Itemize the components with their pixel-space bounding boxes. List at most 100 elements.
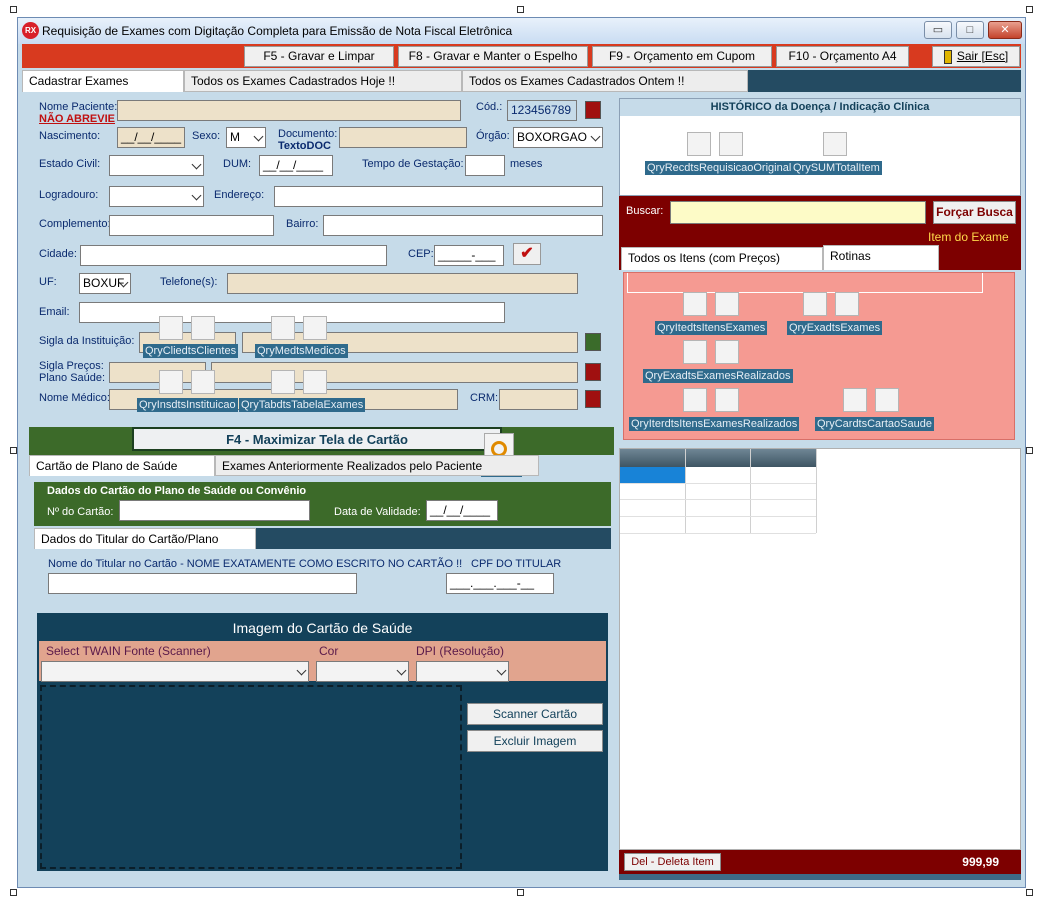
items-grid[interactable]	[619, 448, 1021, 850]
sair-button[interactable]: Sair [Esc]	[932, 46, 1020, 67]
ado-dataset-icon[interactable]	[843, 388, 867, 412]
cor-select[interactable]	[316, 661, 409, 682]
tab-todos-itens[interactable]: Todos os Itens (com Preços)	[621, 247, 823, 270]
ado-dataset-icon[interactable]	[683, 292, 707, 316]
buscar-input[interactable]	[670, 201, 926, 224]
cep-input[interactable]: _____-___	[434, 245, 504, 266]
qry-medicos-label: QryMedtsMedicos	[255, 344, 348, 358]
grid-row-line	[620, 483, 816, 484]
maximize-button[interactable]: □	[956, 21, 984, 39]
telefone-input[interactable]	[227, 273, 578, 294]
validade-input[interactable]: __/__/____	[426, 500, 498, 521]
datasource-icon[interactable]	[303, 370, 327, 394]
gravar-manter-button[interactable]: F8 - Gravar e Manter o Espelho	[398, 46, 588, 67]
title-bar[interactable]: RX Requisição de Exames com Digitação Co…	[18, 18, 1025, 44]
grid-selected-cell[interactable]	[620, 467, 685, 483]
bairro-input[interactable]	[323, 215, 603, 236]
nome-paciente-input[interactable]	[117, 100, 461, 121]
crm-input[interactable]	[499, 389, 578, 410]
resize-handle-mr[interactable]	[1026, 447, 1033, 454]
card-tab-bar: Cartão de Plano de Saúde Exames Anterior…	[29, 455, 614, 476]
maximizar-cartao-button[interactable]: F4 - Maximizar Tela de Cartão	[132, 427, 502, 451]
cpf-titular-input[interactable]: ___.___.___-__	[446, 573, 554, 594]
resize-handle-br[interactable]	[1026, 889, 1033, 896]
endereco-input[interactable]	[274, 186, 603, 207]
resize-handle-tr[interactable]	[1026, 6, 1033, 13]
documento-input[interactable]	[339, 127, 467, 148]
nascimento-input[interactable]: __/__/____	[117, 127, 185, 148]
plano-status-indicator[interactable]	[585, 363, 601, 381]
nao-abrevie-label: NÃO ABREVIE	[39, 113, 115, 125]
datasource-icon[interactable]	[191, 370, 215, 394]
datasource-icon[interactable]	[715, 388, 739, 412]
qry-itens-exames-label: QryItedtsItensExames	[655, 321, 768, 335]
logradouro-select[interactable]	[109, 186, 204, 207]
historico-scrollbar[interactable]	[1003, 117, 1019, 195]
instituicao-status-indicator[interactable]	[585, 333, 601, 351]
resize-handle-ml[interactable]	[10, 447, 17, 454]
tab-exames-hoje[interactable]: Todos os Exames Cadastrados Hoje !!	[184, 70, 462, 92]
gravar-limpar-button[interactable]: F5 - Gravar e Limpar	[244, 46, 394, 67]
excluir-imagem-button[interactable]: Excluir Imagem	[467, 730, 603, 752]
orcamento-cupom-button[interactable]: F9 - Orçamento em Cupom	[592, 46, 772, 67]
tab-exames-ontem[interactable]: Todos os Exames Cadastrados Ontem !!	[462, 70, 748, 92]
tempo-gestacao-input[interactable]	[465, 155, 505, 176]
cidade-input[interactable]	[80, 245, 387, 266]
grid-header-divider	[750, 449, 751, 533]
datasource-icon[interactable]	[719, 132, 743, 156]
scanner-cartao-button[interactable]: Scanner Cartão	[467, 703, 603, 725]
tab-cadastrar-exames[interactable]: Cadastrar Exames	[22, 70, 184, 92]
resize-handle-bc[interactable]	[517, 889, 524, 896]
endereco-label: Endereço:	[214, 189, 265, 201]
busca-panel: Buscar: Forçar Busca Item do Exame Todos…	[619, 196, 1021, 270]
dum-input[interactable]: __/__/____	[259, 155, 333, 176]
resize-handle-bl[interactable]	[10, 889, 17, 896]
ado-dataset-icon[interactable]	[683, 388, 707, 412]
main-tab-bar: Cadastrar Exames Todos os Exames Cadastr…	[22, 70, 1021, 92]
ado-dataset-icon[interactable]	[159, 316, 183, 340]
estado-civil-select[interactable]	[109, 155, 204, 176]
datasource-icon[interactable]	[835, 292, 859, 316]
nome-titular-input[interactable]	[48, 573, 357, 594]
ado-dataset-icon[interactable]	[803, 292, 827, 316]
datasource-icon[interactable]	[191, 316, 215, 340]
plano-saude-input[interactable]	[211, 362, 578, 383]
sigla-precos-label: Sigla Preços:	[39, 360, 104, 372]
num-cartao-input[interactable]	[119, 500, 310, 521]
uf-select[interactable]: BOXUF	[79, 273, 131, 294]
minimize-button[interactable]: ▭	[924, 21, 952, 39]
cep-check-button[interactable]: ✔	[513, 243, 541, 265]
tab-exames-anteriores[interactable]: Exames Anteriormente Realizados pelo Pac…	[215, 455, 539, 476]
orcamento-a4-button[interactable]: F10 - Orçamento A4	[776, 46, 909, 67]
ado-dataset-icon[interactable]	[159, 370, 183, 394]
ado-dataset-icon[interactable]	[683, 340, 707, 364]
resize-handle-tc[interactable]	[517, 6, 524, 13]
grid-header-divider	[816, 449, 817, 533]
main-window: RX Requisição de Exames com Digitação Co…	[17, 17, 1026, 888]
card-image-preview[interactable]	[40, 685, 462, 869]
orgao-select[interactable]: BOXORGAO	[513, 127, 603, 148]
datasource-icon[interactable]	[715, 292, 739, 316]
tab-rotinas[interactable]: Rotinas	[823, 245, 939, 270]
cod-label: Cód.:	[476, 101, 503, 113]
tab-cartao-plano[interactable]: Cartão de Plano de Saúde	[29, 455, 215, 476]
ado-dataset-icon[interactable]	[823, 132, 847, 156]
datasource-icon[interactable]	[875, 388, 899, 412]
tab-dados-titular[interactable]: Dados do Titular do Cartão/Plano	[34, 528, 256, 549]
twain-source-select[interactable]	[41, 661, 309, 682]
forcar-busca-button[interactable]: Forçar Busca	[933, 201, 1016, 224]
deleta-item-button[interactable]: Del - Deleta Item	[624, 853, 721, 871]
ado-dataset-icon[interactable]	[687, 132, 711, 156]
sexo-select[interactable]: M	[226, 127, 266, 148]
cod-status-indicator[interactable]	[585, 101, 601, 119]
ado-dataset-icon[interactable]	[271, 370, 295, 394]
datasource-icon[interactable]	[303, 316, 327, 340]
medico-status-indicator[interactable]	[585, 390, 601, 408]
resize-handle-tl[interactable]	[10, 6, 17, 13]
chevron-down-icon	[296, 665, 307, 676]
ado-dataset-icon[interactable]	[271, 316, 295, 340]
dpi-select[interactable]	[416, 661, 509, 682]
complemento-input[interactable]	[109, 215, 274, 236]
close-button[interactable]: ✕	[988, 21, 1022, 39]
datasource-icon[interactable]	[715, 340, 739, 364]
